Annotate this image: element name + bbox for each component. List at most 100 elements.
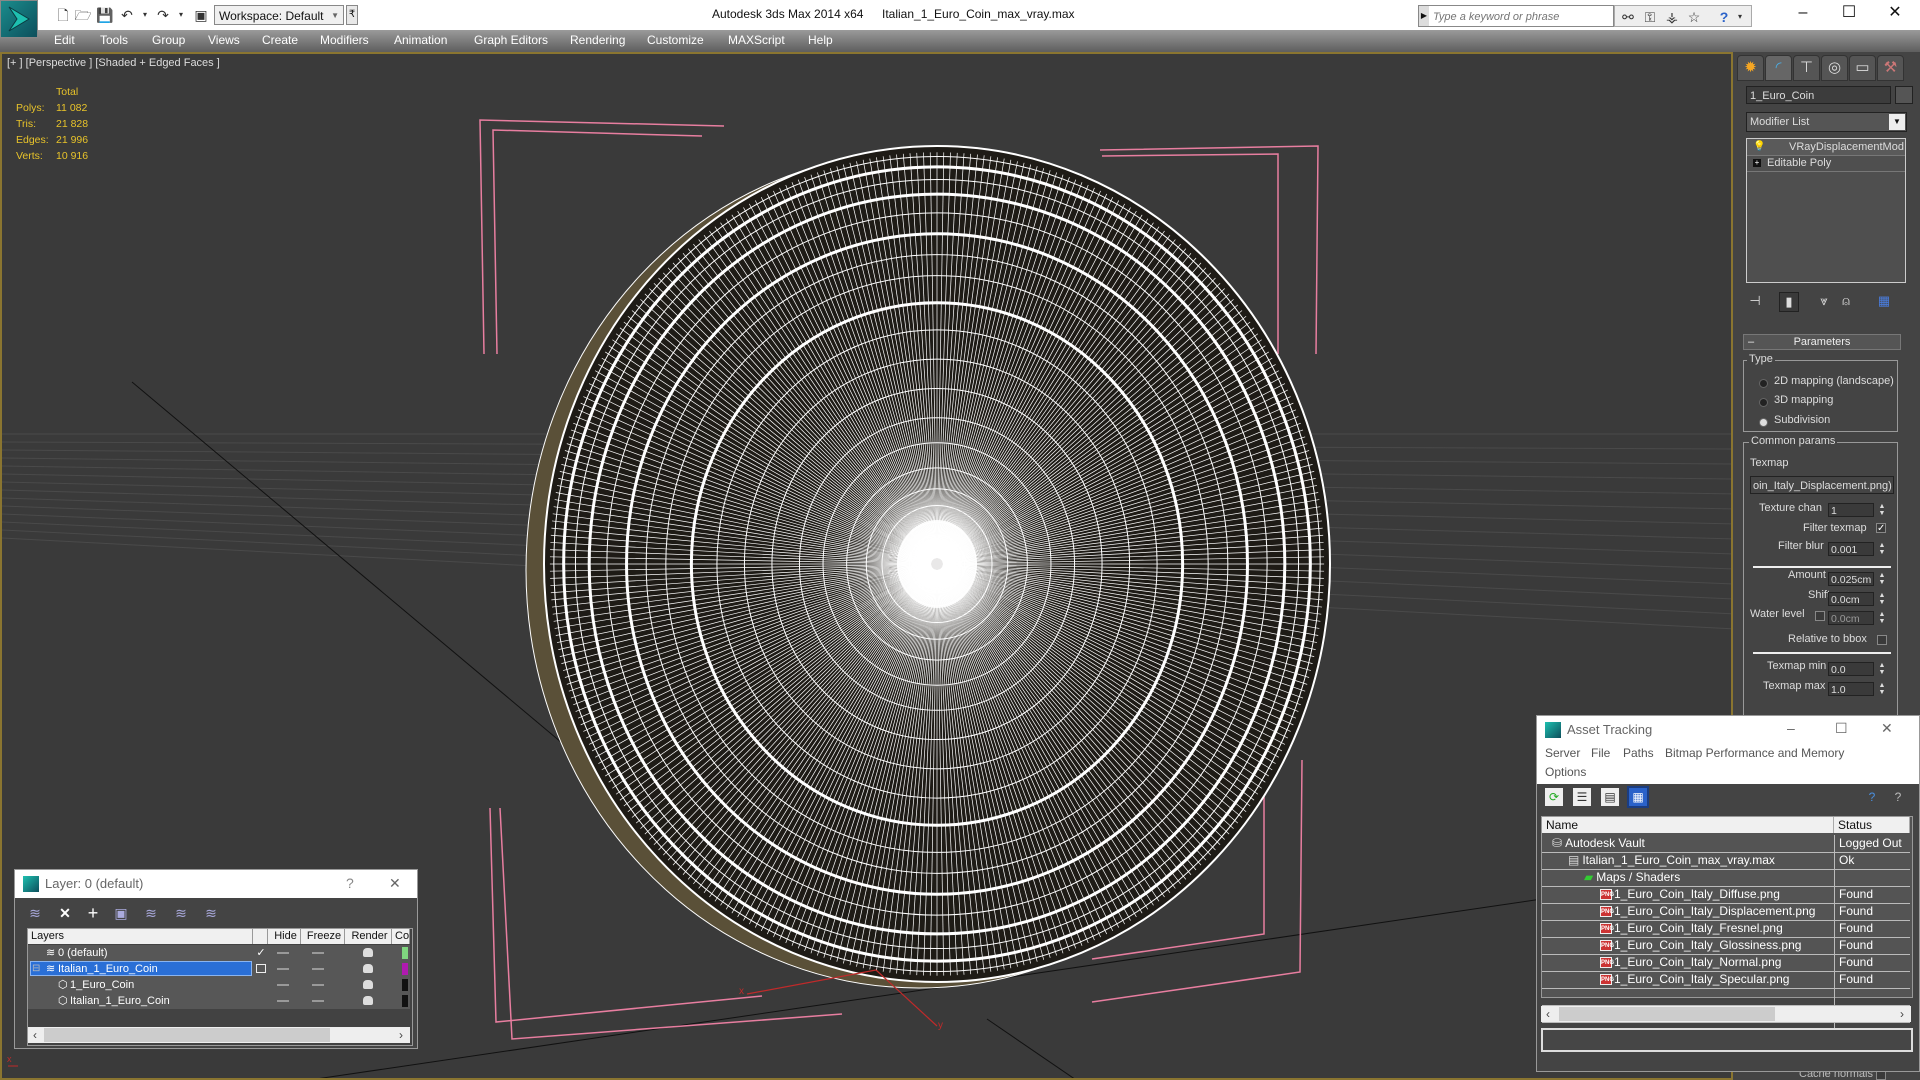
binoculars-icon[interactable]: ⚯ bbox=[1619, 8, 1637, 26]
scroll-right-icon[interactable]: › bbox=[1895, 1006, 1909, 1022]
pin-stack-icon[interactable]: ⊣ bbox=[1746, 292, 1764, 310]
hide-toggle[interactable] bbox=[277, 952, 289, 954]
hide-toggle[interactable] bbox=[277, 984, 289, 986]
render-teapot-icon[interactable] bbox=[363, 996, 373, 1005]
online-help-icon[interactable]: ? bbox=[1863, 788, 1881, 806]
asset-row[interactable]: PNG1_Euro_Coin_Italy_Displacement.png Fou… bbox=[1542, 903, 1910, 921]
menu-views[interactable]: Views bbox=[208, 33, 240, 47]
menu-group[interactable]: Group bbox=[152, 33, 185, 47]
menu-customize[interactable]: Customize bbox=[647, 33, 704, 47]
close-button[interactable]: ✕ bbox=[1872, 0, 1918, 28]
menu-options[interactable]: Options bbox=[1545, 765, 1586, 779]
radio-2d-mapping[interactable] bbox=[1759, 379, 1768, 388]
radio-3d-mapping-label[interactable]: 3D mapping bbox=[1774, 394, 1833, 406]
stack-item-vraydisplacement[interactable]: 💡 VRayDisplacementMod bbox=[1747, 139, 1905, 156]
scrollbar-thumb[interactable] bbox=[1559, 1007, 1775, 1021]
redo-icon[interactable]: ↷ bbox=[154, 6, 172, 24]
radio-2d-mapping-label[interactable]: 2D mapping (landscape) bbox=[1774, 375, 1894, 387]
project-folder-icon[interactable]: ▣ bbox=[192, 6, 210, 24]
asset-row[interactable]: ▤ Italian_1_Euro_Coin_max_vray.max Ok bbox=[1542, 852, 1910, 870]
utilities-tab-icon[interactable]: ⚒ bbox=[1877, 55, 1904, 81]
help-icon[interactable]: ? bbox=[1889, 788, 1907, 806]
search-expand-icon[interactable]: ▶ bbox=[1419, 6, 1429, 26]
star-icon[interactable]: ☆ bbox=[1685, 8, 1703, 26]
amount-spinner[interactable]: ▲ ▼ bbox=[1877, 572, 1887, 586]
menu-server[interactable]: Server bbox=[1545, 746, 1580, 760]
texture-chan-spinner[interactable]: ▲ ▼ bbox=[1877, 503, 1887, 517]
minimize-button[interactable]: – bbox=[1787, 720, 1795, 736]
create-tab-icon[interactable]: ✹ bbox=[1737, 55, 1764, 81]
relative-bbox-checkbox[interactable] bbox=[1877, 635, 1887, 645]
configure-modifier-sets-icon[interactable]: ▦ bbox=[1875, 292, 1893, 310]
layer-color-swatch[interactable] bbox=[402, 995, 408, 1007]
stack-item-editable-poly[interactable]: + Editable Poly bbox=[1747, 155, 1905, 172]
menu-rendering[interactable]: Rendering bbox=[570, 33, 625, 47]
shift-spinner[interactable]: ▲ ▼ bbox=[1877, 592, 1887, 606]
render-teapot-icon[interactable] bbox=[363, 964, 373, 973]
filter-blur-field[interactable]: 0.001 bbox=[1828, 542, 1874, 556]
redo-dropdown-icon[interactable]: ▾ bbox=[172, 6, 190, 24]
water-level-field[interactable]: 0.0cm bbox=[1828, 611, 1874, 625]
delete-layer-icon[interactable]: ✕ bbox=[55, 904, 75, 922]
asset-row[interactable]: PNG1_Euro_Coin_Italy_Glossiness.png Found bbox=[1542, 937, 1910, 955]
hide-unhide-all-icon[interactable]: ≋ bbox=[171, 904, 191, 922]
column-header-current[interactable] bbox=[253, 929, 268, 944]
menu-help[interactable]: Help bbox=[808, 33, 833, 47]
radio-subdivision-label[interactable]: Subdivision bbox=[1774, 414, 1830, 426]
menu-bitmap-performance[interactable]: Bitmap Performance and Memory bbox=[1665, 746, 1844, 760]
help-button[interactable]: ? bbox=[346, 875, 354, 891]
texmap-max-spinner[interactable]: ▲ ▼ bbox=[1877, 682, 1887, 696]
lightbulb-icon[interactable]: 💡 bbox=[1753, 139, 1765, 155]
object-name-field[interactable]: 1_Euro_Coin bbox=[1746, 86, 1891, 104]
freeze-toggle[interactable] bbox=[312, 984, 324, 986]
remove-modifier-icon[interactable]: ⍝ bbox=[1837, 292, 1855, 310]
amount-field[interactable]: 0.025cm bbox=[1828, 572, 1874, 586]
texture-chan-field[interactable]: 1 bbox=[1828, 503, 1874, 517]
scroll-right-icon[interactable]: › bbox=[394, 1027, 408, 1043]
quick-access-customize-button[interactable]: ₹ bbox=[346, 5, 358, 25]
display-tab-icon[interactable]: ▭ bbox=[1849, 55, 1876, 81]
undo-dropdown-icon[interactable]: ▾ bbox=[136, 6, 154, 24]
layer-dialog-titlebar[interactable]: Layer: 0 (default) ? ✕ bbox=[15, 870, 417, 898]
select-objects-in-layer-icon[interactable]: ▣ bbox=[111, 904, 131, 922]
save-icon[interactable]: 💾 bbox=[96, 6, 114, 24]
menu-paths[interactable]: Paths bbox=[1623, 746, 1654, 760]
modify-tab-icon[interactable]: ◜ bbox=[1765, 55, 1792, 81]
column-header-name[interactable]: Name bbox=[1542, 817, 1834, 833]
key-icon[interactable]: ⚿ bbox=[1641, 8, 1659, 26]
radio-subdivision[interactable] bbox=[1759, 418, 1768, 427]
motion-tab-icon[interactable]: ◎ bbox=[1821, 55, 1848, 81]
asset-row[interactable]: ▰ Maps / Shaders bbox=[1542, 869, 1910, 887]
texmap-min-field[interactable]: 0.0 bbox=[1828, 662, 1874, 676]
app-menu-button[interactable] bbox=[0, 0, 38, 38]
hide-toggle[interactable] bbox=[277, 1000, 289, 1002]
layer-color-swatch[interactable] bbox=[402, 963, 408, 975]
freeze-toggle[interactable] bbox=[312, 1000, 324, 1002]
horizontal-scrollbar[interactable]: ‹ › bbox=[1541, 1006, 1911, 1022]
refresh-icon[interactable]: ⟳ bbox=[1545, 788, 1563, 806]
close-button[interactable]: ✕ bbox=[389, 875, 401, 892]
layer-color-swatch[interactable] bbox=[402, 947, 408, 959]
help-dropdown-icon[interactable]: ▾ bbox=[1731, 8, 1749, 26]
satellite-icon[interactable]: ⚶ bbox=[1663, 8, 1681, 26]
freeze-toggle[interactable] bbox=[312, 968, 324, 970]
minimize-button[interactable]: – bbox=[1780, 0, 1826, 28]
create-new-layer-icon[interactable]: ≋ bbox=[25, 904, 45, 922]
show-end-result-icon[interactable]: ▮ bbox=[1779, 292, 1799, 312]
asset-row[interactable]: PNG1_Euro_Coin_Italy_Normal.png Found bbox=[1542, 954, 1910, 972]
menu-tools[interactable]: Tools bbox=[100, 33, 128, 47]
radio-3d-mapping[interactable] bbox=[1759, 398, 1768, 407]
asset-row[interactable]: PNG1_Euro_Coin_Italy_Diffuse.png Found bbox=[1542, 886, 1910, 904]
list-view-icon[interactable]: ☰ bbox=[1573, 788, 1591, 806]
horizontal-scrollbar[interactable]: ‹ › bbox=[28, 1027, 410, 1043]
add-to-layer-icon[interactable]: + bbox=[83, 904, 103, 922]
freeze-unfreeze-all-icon[interactable]: ≋ bbox=[201, 904, 221, 922]
maximize-button[interactable]: ☐ bbox=[1835, 720, 1848, 737]
scrollbar-thumb[interactable] bbox=[44, 1028, 330, 1042]
open-file-icon[interactable]: 🗁 bbox=[74, 6, 92, 24]
render-teapot-icon[interactable] bbox=[363, 980, 373, 989]
asset-tracking-titlebar[interactable]: Asset Tracking – ☐ ✕ bbox=[1537, 716, 1919, 744]
hide-toggle[interactable] bbox=[277, 968, 289, 970]
viewport-label[interactable]: [+ ] [Perspective ] [Shaded + Edged Face… bbox=[7, 57, 220, 69]
layer-row[interactable]: ≋ 0 (default) ✓ bbox=[28, 945, 410, 961]
